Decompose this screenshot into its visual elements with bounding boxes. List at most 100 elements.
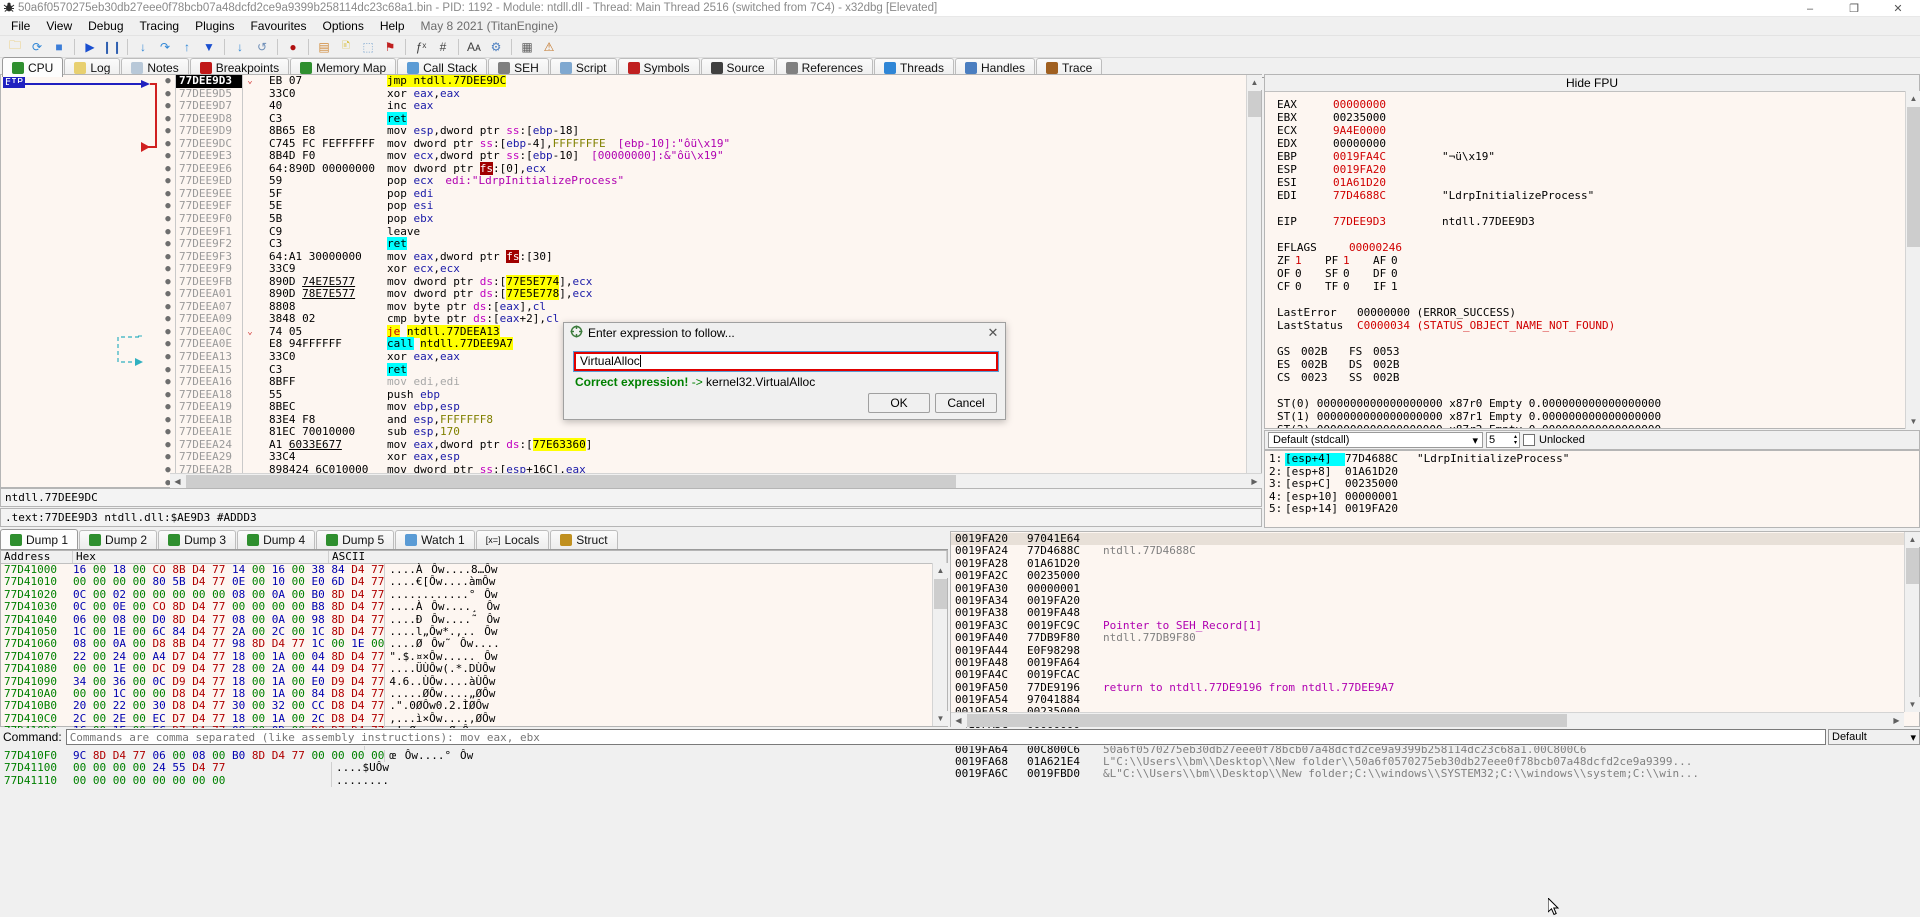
breakpoint-dot-icon[interactable]: ● bbox=[161, 451, 175, 464]
disassembly-hscrollbar[interactable]: ◀ ▶ bbox=[170, 473, 1262, 489]
dump-tab-locals[interactable]: [x=] Locals bbox=[475, 530, 550, 549]
fpu-register-0[interactable]: ST(0) 0000000000000000000 x87r0 Empty 0.… bbox=[1277, 397, 1919, 410]
register-spacer[interactable] bbox=[1277, 332, 1919, 345]
breakpoint-dot-icon[interactable]: ● bbox=[161, 138, 175, 151]
expression-input[interactable]: VirtualAlloc bbox=[573, 351, 999, 372]
font-icon[interactable]: Aᴀ bbox=[463, 37, 485, 57]
close-program-icon[interactable]: ■ bbox=[48, 37, 70, 57]
breakpoint-dot-icon[interactable]: ● bbox=[161, 175, 175, 188]
breakpoint-dot-icon[interactable]: ● bbox=[161, 226, 175, 239]
pause-icon[interactable]: ❙❙ bbox=[101, 37, 123, 57]
arg-count-spinner[interactable]: 5 ▴ ▾ bbox=[1486, 432, 1520, 448]
segment-row-0[interactable]: GS 002B FS 0053 bbox=[1277, 345, 1919, 358]
breakpoint-icon[interactable]: ● bbox=[282, 37, 304, 57]
registers-panel[interactable]: Hide FPU EAX 00000000 EBX 00235000 ECX 9A4E00… bbox=[1264, 74, 1920, 429]
register-esp[interactable]: ESP 0019FA20 bbox=[1277, 163, 1919, 176]
dump-tab-struct[interactable]: Struct bbox=[550, 530, 618, 549]
stack-row[interactable]: 0019FA24 77D4688C ntdll.77D4688C bbox=[951, 544, 1919, 557]
register-spacer[interactable] bbox=[1277, 384, 1919, 397]
step-out-icon[interactable]: ↑ bbox=[176, 37, 198, 57]
menu-options[interactable]: Options bbox=[314, 17, 371, 35]
flags-row-1[interactable]: OF 0 SF 0 DF 0 bbox=[1277, 267, 1919, 280]
close-icon[interactable]: ✕ bbox=[985, 325, 1001, 341]
dump-row[interactable]: 77D41110 00 00 00 00 00 00 00 00........ bbox=[1, 774, 947, 788]
scroll-right-arrow[interactable]: ▶ bbox=[1247, 474, 1262, 489]
breakpoint-dot-icon[interactable]: ● bbox=[161, 376, 175, 389]
dump-vscroll-thumb[interactable] bbox=[934, 579, 947, 609]
stack-scroll-left-arrow[interactable]: ◀ bbox=[951, 713, 966, 728]
segment-row-1[interactable]: ES 002B DS 002B bbox=[1277, 358, 1919, 371]
menu-help[interactable]: Help bbox=[372, 17, 413, 35]
step-into-icon[interactable]: ↓ bbox=[132, 37, 154, 57]
reg-scroll-up-arrow[interactable]: ▲ bbox=[1906, 91, 1920, 106]
dump-tab-watch-1[interactable]: Watch 1 bbox=[395, 530, 475, 549]
run-icon[interactable]: ▶ bbox=[79, 37, 101, 57]
dump-rows[interactable]: 77D41000 16 00 18 00 CO 8B D4 77 14 00 16… bbox=[1, 563, 947, 788]
calculator-icon[interactable]: ▦ bbox=[516, 37, 538, 57]
disassembly-row[interactable]: ● 77DEE9F0 5B pop ebx bbox=[1, 212, 1261, 226]
breakpoint-dot-icon[interactable]: ● bbox=[161, 188, 175, 201]
stack-row[interactable]: 0019FA28 01A61D20 bbox=[951, 557, 1919, 570]
register-ebx[interactable]: EBX 00235000 bbox=[1277, 111, 1919, 124]
register-spacer[interactable] bbox=[1277, 228, 1919, 241]
command-mode-select[interactable]: Default ▾ bbox=[1828, 729, 1920, 745]
disassembly-rows[interactable]: ● 77DEE9D3 ⌄ EB 07 jmp ntdll.77DEE9DC ● 77DEE9… bbox=[1, 75, 1261, 487]
trace-over-icon[interactable]: ↺ bbox=[251, 37, 273, 57]
breakpoint-dot-icon[interactable]: ● bbox=[161, 238, 175, 251]
disassembly-row[interactable]: ● 77DEE9D7 40 inc eax bbox=[1, 99, 1261, 113]
disassembly-row[interactable]: ● 77DEE9E3 8B4D F0 mov ecx,dword ptr ss:[eb… bbox=[1, 150, 1261, 163]
preferences-icon[interactable]: ⚙ bbox=[485, 37, 507, 57]
disassembly-row[interactable]: ● 77DEE9D9 8B65 E8 mov esp,dword ptr ss:[eb… bbox=[1, 124, 1261, 138]
registers-list[interactable]: EAX 00000000 EBX 00235000 ECX 9A4E0000 EDX 0000… bbox=[1265, 92, 1919, 428]
dump-vscrollbar[interactable]: ▲ ▼ bbox=[932, 563, 948, 726]
breakpoint-dot-icon[interactable]: ● bbox=[161, 150, 175, 163]
stack-row[interactable]: 0019FA54 97041884 bbox=[951, 693, 1919, 706]
minimize-button[interactable]: – bbox=[1788, 0, 1832, 17]
vscroll-thumb[interactable] bbox=[1248, 91, 1261, 117]
dump-tab-dump-5[interactable]: Dump 5 bbox=[316, 530, 395, 549]
about-icon[interactable]: ⚠ bbox=[538, 37, 560, 57]
stack-scroll-up-arrow[interactable]: ▲ bbox=[1905, 532, 1920, 547]
argument-row[interactable]: 3: [esp+C] 00235000 bbox=[1265, 477, 1919, 491]
breakpoint-dot-icon[interactable]: ● bbox=[161, 200, 175, 213]
breakpoint-dot-icon[interactable]: ● bbox=[161, 351, 175, 364]
breakpoint-dot-icon[interactable]: ● bbox=[161, 88, 175, 101]
breakpoint-dot-icon[interactable]: ● bbox=[161, 326, 175, 339]
register-edi[interactable]: EDI 77D4688C "LdrpInitializeProcess" bbox=[1277, 189, 1919, 202]
arguments-list[interactable]: 1: [esp+4] 77D4688C "LdrpInitializeProcess"… bbox=[1265, 451, 1919, 516]
stack-scroll-right-arrow[interactable]: ▶ bbox=[1889, 713, 1904, 728]
register-esi[interactable]: ESI 01A61D20 bbox=[1277, 176, 1919, 189]
register-spacer[interactable] bbox=[1277, 293, 1919, 306]
argument-row[interactable]: 5: [esp+14] 0019FA20 bbox=[1265, 502, 1919, 516]
breakpoint-dot-icon[interactable]: ● bbox=[161, 288, 175, 301]
stack-vscrollbar[interactable]: ▲ ▼ bbox=[1904, 532, 1920, 712]
trace-into-icon[interactable]: ↓ bbox=[229, 37, 251, 57]
spinner-down-icon[interactable]: ▾ bbox=[1514, 440, 1517, 446]
attach-icon[interactable]: ⚑ bbox=[379, 37, 401, 57]
log-icon[interactable]: 🗈 bbox=[335, 37, 357, 57]
ok-button[interactable]: OK bbox=[868, 393, 930, 413]
argument-row[interactable]: 1: [esp+4] 77D4688C "LdrpInitializeProcess" bbox=[1265, 452, 1919, 466]
breakpoint-dot-icon[interactable]: ● bbox=[161, 338, 175, 351]
breakpoint-dot-icon[interactable]: ● bbox=[161, 401, 175, 414]
stack-row[interactable]: 0019FA3C 0019FC9C Pointer to SEH_Record[1] bbox=[951, 619, 1919, 632]
register-lasterror[interactable]: LastError 00000000 (ERROR_SUCCESS) bbox=[1277, 306, 1919, 319]
breakpoint-dot-icon[interactable]: ● bbox=[161, 163, 175, 176]
breakpoint-dot-icon[interactable]: ● bbox=[161, 301, 175, 314]
stack-row[interactable]: 0019FA34 0019FA20 bbox=[951, 594, 1919, 607]
enter-expression-dialog[interactable]: Enter expression to follow... ✕ VirtualA… bbox=[563, 322, 1006, 420]
hscroll-thumb[interactable] bbox=[186, 475, 956, 488]
menu-tracing[interactable]: Tracing bbox=[132, 17, 188, 35]
breakpoint-dot-icon[interactable]: ● bbox=[161, 389, 175, 402]
registers-vscrollbar[interactable]: ▲ ▼ bbox=[1905, 91, 1920, 429]
menu-file[interactable]: File bbox=[3, 17, 38, 35]
maximize-button[interactable]: ❐ bbox=[1832, 0, 1876, 17]
step-over-icon[interactable]: ↷ bbox=[154, 37, 176, 57]
dump-panel[interactable]: Address Hex ASCII 77D41000 16 00 18 00 CO… bbox=[0, 550, 948, 788]
stack-vscroll-thumb[interactable] bbox=[1906, 548, 1919, 584]
stack-row[interactable]: 0019FA30 00000001 bbox=[951, 582, 1919, 595]
disassembly-vscrollbar[interactable]: ▲ bbox=[1246, 75, 1262, 473]
register-laststatus[interactable]: LastStatus C0000034 (STATUS_OBJECT_NAME_N… bbox=[1277, 319, 1919, 332]
stack-row[interactable]: 0019FA50 77DE9196 return to ntdll.77DE9196… bbox=[951, 681, 1919, 694]
stack-row[interactable]: 0019FA38 0019FA48 bbox=[951, 606, 1919, 619]
